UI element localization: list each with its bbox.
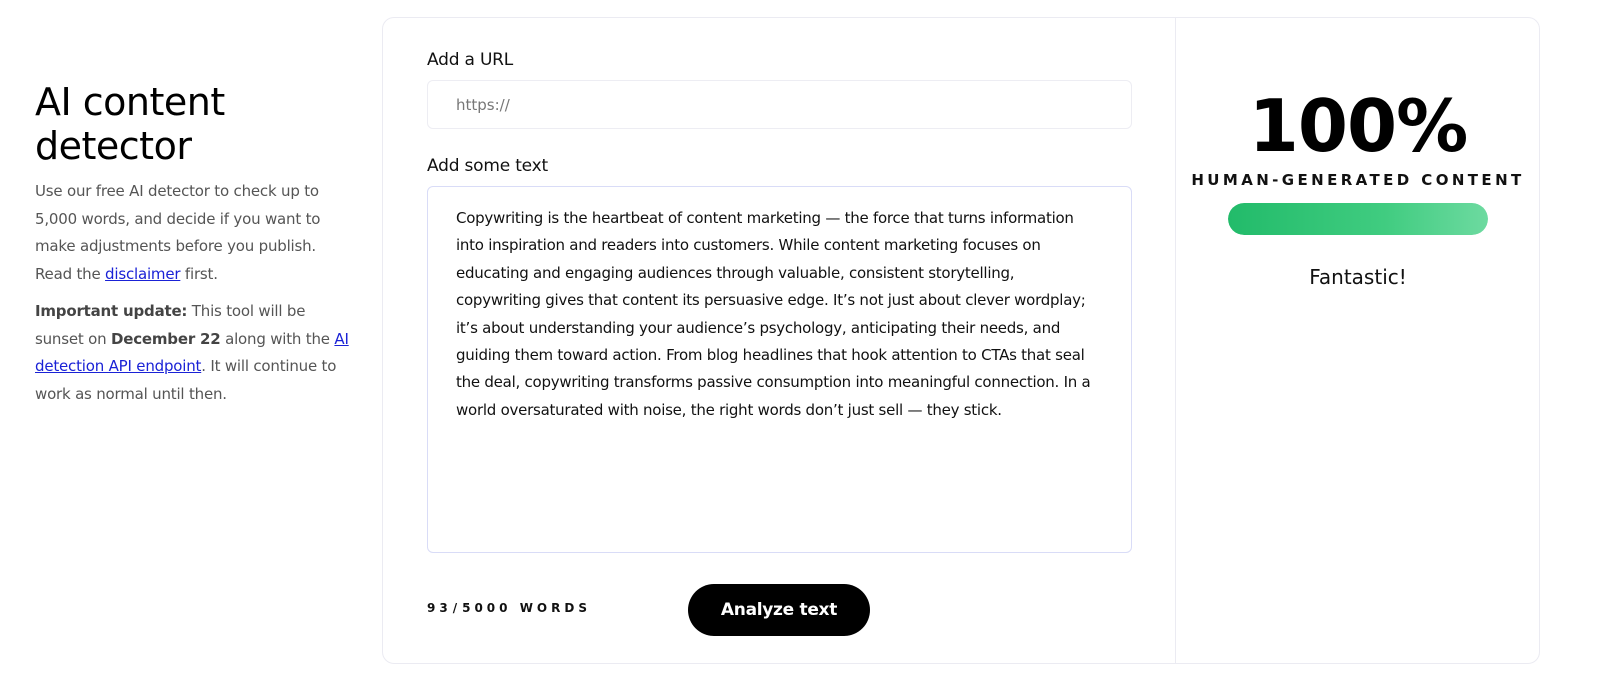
url-label: Add a URL — [427, 50, 514, 70]
text-label: Add some text — [427, 156, 548, 176]
score-value: 100% — [1248, 84, 1468, 168]
verdict-label: HUMAN-GENERATED CONTENT — [1191, 171, 1525, 189]
sunset-date: December 22 — [110, 329, 221, 348]
score-bar-fill — [1228, 203, 1488, 235]
important-update: Important update: This tool will be suns… — [35, 302, 349, 403]
word-unit: WORDS — [519, 601, 591, 615]
ai-detector-page: AI content detector Use our free AI dete… — [0, 0, 1600, 673]
word-counter: 93/5000 WORDS — [427, 601, 591, 615]
feedback-text: Fantastic! — [1309, 265, 1407, 289]
intro-section: AI content detector Use our free AI dete… — [35, 80, 355, 418]
page-title: AI content detector — [35, 80, 225, 168]
intro-description: Use our free AI detector to check up to … — [35, 182, 321, 283]
text-input[interactable] — [427, 186, 1132, 553]
word-count-value: 93 — [427, 601, 452, 615]
analyze-text-button[interactable]: Analyze text — [688, 584, 870, 636]
word-limit-value: 5000 — [462, 601, 512, 615]
disclaimer-link[interactable]: disclaimer — [105, 265, 180, 283]
result-panel: 100% HUMAN-GENERATED CONTENT Fantastic! — [1176, 17, 1540, 289]
update-label: Important update: — [35, 302, 188, 320]
score-bar — [1228, 203, 1488, 235]
url-input[interactable] — [427, 80, 1132, 129]
